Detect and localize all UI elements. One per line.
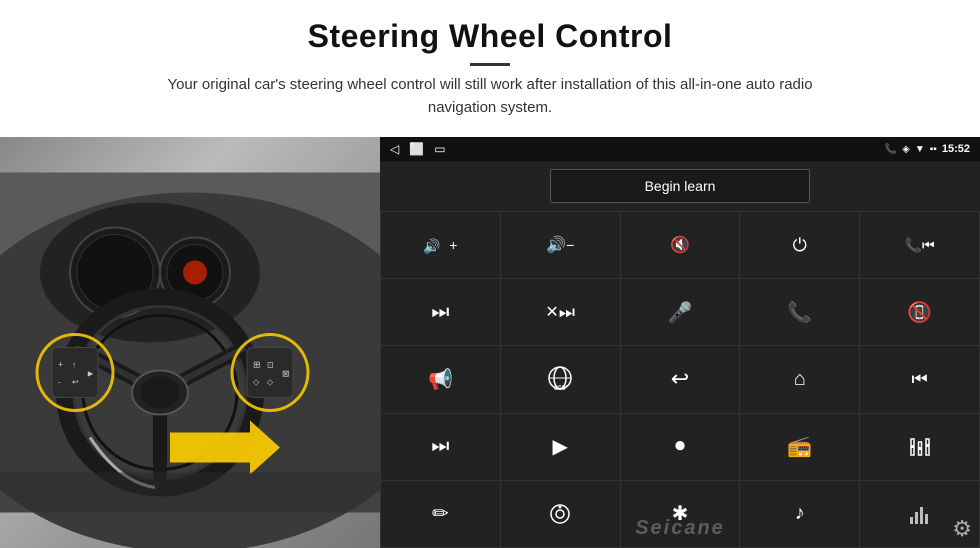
title-divider bbox=[470, 63, 510, 66]
radio-button[interactable]: 📻 bbox=[740, 414, 859, 480]
wifi-icon: ▼ bbox=[915, 144, 925, 155]
vol-down-button[interactable]: 🔊− bbox=[501, 212, 620, 278]
bluetooth-button[interactable]: ✱ bbox=[621, 481, 740, 547]
car-image-area: + - ↑ ↩ ► ⊞ ◇ ⊡ ◇ ⊠ bbox=[0, 137, 380, 548]
subtitle: Your original car's steering wheel contr… bbox=[140, 74, 840, 119]
svg-text:⊞: ⊞ bbox=[253, 360, 261, 370]
svg-text:►: ► bbox=[86, 369, 95, 379]
home-nav-icon[interactable]: ⬜ bbox=[409, 142, 424, 156]
car-image-svg: + - ↑ ↩ ► ⊞ ◇ ⊡ ◇ ⊠ bbox=[0, 137, 380, 548]
svg-text:🔊: 🔊 bbox=[423, 237, 440, 255]
rewind-button[interactable]: ⏮ bbox=[860, 346, 979, 412]
svg-text:+: + bbox=[58, 360, 63, 370]
fast-forward-button[interactable]: ⏭ bbox=[381, 414, 500, 480]
call-button[interactable]: 📞 bbox=[740, 279, 859, 345]
begin-learn-button[interactable]: Begin learn bbox=[550, 169, 810, 203]
source-button[interactable]: ⏺ bbox=[621, 414, 740, 480]
svg-text:⊠: ⊠ bbox=[282, 369, 290, 379]
location-icon: ◈ bbox=[902, 144, 910, 155]
svg-text:◇: ◇ bbox=[267, 378, 274, 387]
svg-text:↑: ↑ bbox=[72, 361, 76, 370]
android-unit: ◁ ⬜ ▭ 📞 ◈ ▼ ▪▪ 15:52 Begin learn bbox=[380, 137, 980, 548]
stop-button[interactable]: ✕⏭ bbox=[501, 279, 620, 345]
svg-text:↩: ↩ bbox=[72, 378, 79, 387]
status-bar: ◁ ⬜ ▭ 📞 ◈ ▼ ▪▪ 15:52 bbox=[380, 137, 980, 161]
mic-button[interactable]: 🎤 bbox=[621, 279, 740, 345]
back-button[interactable]: ↩ bbox=[621, 346, 740, 412]
page-wrapper: Steering Wheel Control Your original car… bbox=[0, 0, 980, 548]
recents-nav-icon[interactable]: ▭ bbox=[434, 142, 445, 156]
content-area: + - ↑ ↩ ► ⊞ ◇ ⊡ ◇ ⊠ bbox=[0, 137, 980, 548]
svg-text:◇: ◇ bbox=[253, 378, 260, 387]
nav-icons: ◁ ⬜ ▭ bbox=[390, 142, 446, 156]
prev-track-phone-button[interactable]: 📞⏮ bbox=[860, 212, 979, 278]
nav-button[interactable]: ▶ bbox=[501, 414, 620, 480]
speaker-button[interactable]: 📢 bbox=[381, 346, 500, 412]
begin-learn-row: Begin learn bbox=[380, 161, 980, 211]
pen-button[interactable]: ✏ bbox=[381, 481, 500, 547]
back-nav-icon[interactable]: ◁ bbox=[390, 142, 399, 156]
header-section: Steering Wheel Control Your original car… bbox=[0, 0, 980, 129]
page-title: Steering Wheel Control bbox=[60, 18, 920, 55]
home-button[interactable]: ⌂ bbox=[740, 346, 859, 412]
time-display: 15:52 bbox=[942, 143, 970, 155]
gear-icon[interactable]: ⚙ bbox=[952, 516, 972, 542]
svg-text:⊡: ⊡ bbox=[267, 361, 274, 370]
phone-icon: 📞 bbox=[885, 144, 897, 155]
next-button[interactable]: ⏭ bbox=[381, 279, 500, 345]
power-button[interactable]: ⏻ bbox=[740, 212, 859, 278]
360-button[interactable]: 360° bbox=[501, 346, 620, 412]
vol-up-button[interactable]: 🔊 + bbox=[381, 212, 500, 278]
status-right: 📞 ◈ ▼ ▪▪ 15:52 bbox=[885, 143, 970, 155]
knob-button[interactable] bbox=[501, 481, 620, 547]
battery-icon: ▪▪ bbox=[930, 144, 937, 155]
eq-button[interactable] bbox=[860, 414, 979, 480]
controls-grid: 🔊 + 🔊− 🔇 ⏻ 📞⏮ ⏭ bbox=[380, 211, 980, 548]
hangup-button[interactable]: 📵 bbox=[860, 279, 979, 345]
mute-button[interactable]: 🔇 bbox=[621, 212, 740, 278]
svg-text:360°: 360° bbox=[554, 384, 569, 392]
svg-text:-: - bbox=[58, 378, 61, 387]
music-button[interactable]: ♪ bbox=[740, 481, 859, 547]
